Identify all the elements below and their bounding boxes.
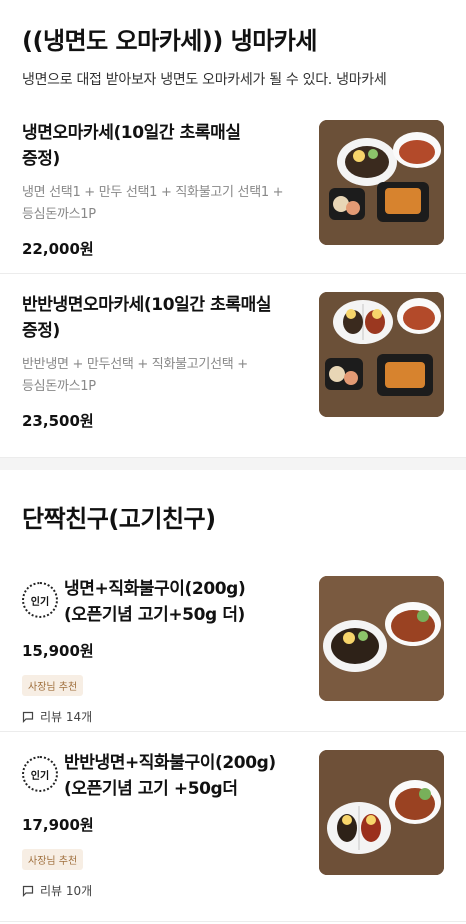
menu-item-text: 인기 냉면+직화불구이(200g) (오픈기념 고기+50g 더) 15,900… [22, 576, 302, 725]
menu-item-text: 반반냉면오마카세(10일간 초록매실 증정) 반반냉면 + 만두선택 + 직화불… [22, 292, 302, 431]
comment-icon [22, 885, 34, 897]
popular-badge: 인기 [22, 582, 58, 618]
section-meat-friend-header: 단짝친구(고기친구) [0, 470, 466, 536]
menu-item-photo[interactable] [319, 576, 444, 701]
menu-item[interactable]: 인기 반반냉면+직화불구이(200g) (오픈기념 고기 +50g더 17,90… [0, 732, 466, 922]
menu-item-description: 반반냉면 + 만두선택 + 직화불고기선택 + 등심돈까스1P [22, 357, 248, 394]
menu-item-name: 냉면+직화불구이(200g) (오픈기념 고기+50g 더) [64, 579, 246, 625]
menu-item-name: 반반냉면+직화불구이(200g) (오픈기념 고기 +50g더 [64, 753, 276, 799]
section-description: 냉면으로 대접 받아보자 냉면도 오마카세가 될 수 있다. 냉마카세 [22, 72, 387, 88]
menu-item[interactable]: 인기 냉면+직화불구이(200g) (오픈기념 고기+50g 더) 15,900… [0, 548, 466, 732]
review-count[interactable]: 리뷰 10개 [22, 882, 302, 899]
menu-item-price: 15,900원 [22, 642, 94, 660]
menu-item-name-row: 인기 반반냉면+직화불구이(200g) (오픈기념 고기 +50g더 [22, 750, 302, 802]
menu-item-text: 인기 반반냉면+직화불구이(200g) (오픈기념 고기 +50g더 17,90… [22, 750, 302, 899]
menu-item-text: 냉면오마카세(10일간 초록매실 증정) 냉면 선택1 + 만두 선택1 + 직… [22, 120, 302, 259]
menu-item-name-row: 인기 냉면+직화불구이(200g) (오픈기념 고기+50g 더) [22, 576, 302, 628]
section-title: ((냉면도 오마카세)) 냉마카세 [22, 27, 317, 55]
menu-item[interactable]: 냉면오마카세(10일간 초록매실 증정) 냉면 선택1 + 만두 선택1 + 직… [0, 90, 466, 274]
menu-item-price: 22,000원 [22, 240, 94, 258]
section-omakase-header: ((냉면도 오마카세)) 냉마카세 냉면으로 대접 받아보자 냉면도 오마카세가… [0, 0, 466, 90]
menu-item-price: 23,500원 [22, 412, 94, 430]
menu-item-price: 17,900원 [22, 816, 94, 834]
review-count-label: 리뷰 14개 [40, 710, 93, 724]
menu-item-photo[interactable] [319, 292, 444, 417]
menu-item-photo[interactable] [319, 120, 444, 245]
menu-item-name: 반반냉면오마카세(10일간 초록매실 증정) [22, 295, 272, 341]
owner-pick-tag: 사장님 추천 [22, 675, 84, 696]
menu-item-name: 냉면오마카세(10일간 초록매실 증정) [22, 123, 241, 169]
badge-label: 인기 [30, 770, 50, 782]
review-count-label: 리뷰 10개 [40, 884, 93, 898]
section-divider [0, 458, 466, 470]
comment-icon [22, 711, 34, 723]
review-count[interactable]: 리뷰 14개 [22, 708, 302, 725]
popular-badge: 인기 [22, 756, 58, 792]
owner-pick-tag: 사장님 추천 [22, 849, 84, 870]
menu-item-photo[interactable] [319, 750, 444, 875]
menu-item[interactable]: 반반냉면오마카세(10일간 초록매실 증정) 반반냉면 + 만두선택 + 직화불… [0, 274, 466, 458]
menu-item-description: 냉면 선택1 + 만두 선택1 + 직화불고기 선택1 + 등심돈까스1P [22, 185, 284, 222]
section-title: 단짝친구(고기친구) [22, 505, 216, 533]
badge-label: 인기 [30, 596, 50, 608]
